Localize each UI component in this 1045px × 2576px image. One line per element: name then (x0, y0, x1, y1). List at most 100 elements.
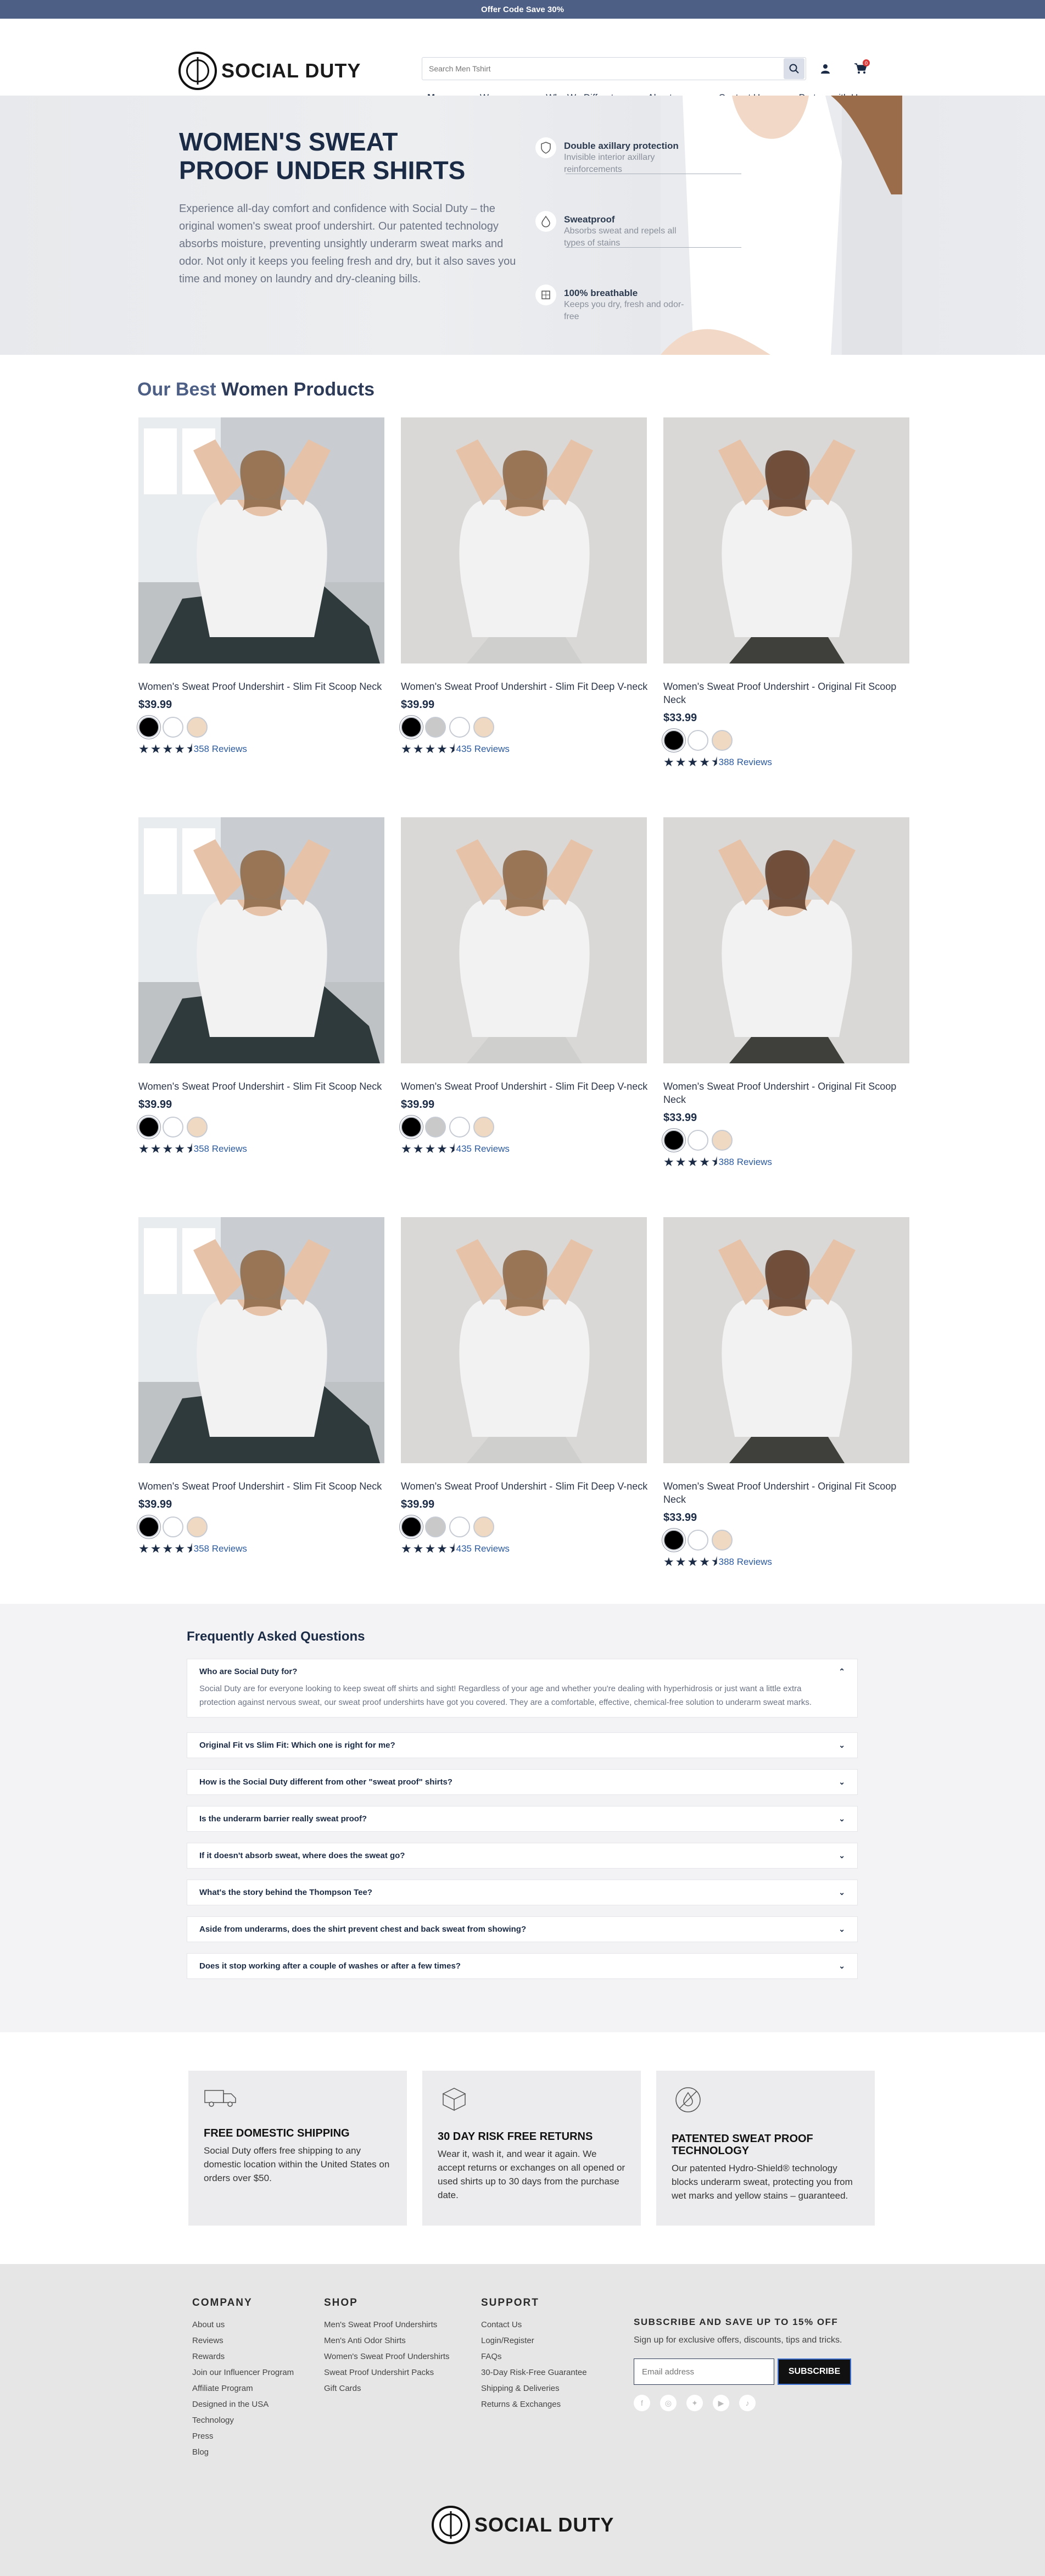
youtube-icon[interactable]: ▶ (713, 2395, 729, 2411)
review-count[interactable]: 435 Reviews (456, 1144, 510, 1155)
account-icon[interactable] (817, 60, 834, 77)
product-rating[interactable]: ★ ★ ★ ★ ⯨ 358 Reviews (138, 1143, 384, 1155)
faq-question[interactable]: Is the underarm barrier really sweat pro… (199, 1814, 367, 1824)
faq-item[interactable]: Original Fit vs Slim Fit: Which one is r… (187, 1732, 858, 1758)
product-name[interactable]: Women's Sweat Proof Undershirt - Slim Fi… (138, 680, 391, 693)
product-card[interactable]: Women's Sweat Proof Undershirt - Origina… (663, 417, 909, 817)
chevron-down-icon[interactable]: ⌄ (839, 1741, 845, 1750)
email-field[interactable] (634, 2358, 774, 2385)
product-rating[interactable]: ★ ★ ★ ★ ⯨ 435 Reviews (401, 1143, 647, 1155)
product-image[interactable] (663, 417, 909, 663)
product-rating[interactable]: ★ ★ ★ ★ ⯨ 388 Reviews (663, 756, 909, 768)
product-name[interactable]: Women's Sweat Proof Undershirt - Origina… (663, 1080, 916, 1106)
product-rating[interactable]: ★ ★ ★ ★ ⯨ 435 Reviews (401, 1543, 647, 1555)
footer-link[interactable]: Reviews (192, 2333, 294, 2349)
product-rating[interactable]: ★ ★ ★ ★ ⯨ 388 Reviews (663, 1156, 909, 1168)
tiktok-icon[interactable]: ♪ (739, 2395, 756, 2411)
product-image[interactable] (138, 817, 384, 1063)
review-count[interactable]: 435 Reviews (456, 1543, 510, 1554)
product-image[interactable] (663, 1217, 909, 1463)
faq-question[interactable]: How is the Social Duty different from ot… (199, 1777, 452, 1787)
review-count[interactable]: 358 Reviews (194, 1144, 247, 1155)
color-swatch[interactable] (163, 1117, 183, 1138)
color-swatch[interactable] (187, 1117, 208, 1138)
chevron-up-icon[interactable]: ⌃ (839, 1667, 845, 1676)
search-button[interactable] (784, 58, 804, 79)
product-image[interactable] (401, 1217, 647, 1463)
faq-item[interactable]: If it doesn't absorb sweat, where does t… (187, 1843, 858, 1869)
color-swatch[interactable] (401, 1117, 422, 1138)
product-card[interactable]: Women's Sweat Proof Undershirt - Slim Fi… (138, 817, 384, 1217)
color-swatch[interactable] (163, 1516, 183, 1537)
faq-question[interactable]: If it doesn't absorb sweat, where does t… (199, 1851, 405, 1860)
color-swatch[interactable] (401, 717, 422, 738)
color-swatch[interactable] (663, 730, 684, 751)
product-rating[interactable]: ★ ★ ★ ★ ⯨ 358 Reviews (138, 743, 384, 755)
color-swatch[interactable] (138, 717, 159, 738)
faq-question[interactable]: What's the story behind the Thompson Tee… (199, 1888, 372, 1897)
faq-item[interactable]: Does it stop working after a couple of w… (187, 1953, 858, 1979)
product-name[interactable]: Women's Sweat Proof Undershirt - Slim Fi… (138, 1480, 391, 1493)
footer-link[interactable]: Technology (192, 2412, 294, 2428)
footer-link[interactable]: Sweat Proof Undershirt Packs (324, 2365, 450, 2380)
footer-link[interactable]: About us (192, 2317, 294, 2333)
footer-link[interactable]: Gift Cards (324, 2380, 450, 2396)
color-swatch[interactable] (473, 1117, 494, 1138)
color-swatch[interactable] (425, 1117, 446, 1138)
chevron-down-icon[interactable]: ⌄ (839, 1777, 845, 1787)
faq-question[interactable]: Original Fit vs Slim Fit: Which one is r… (199, 1741, 395, 1750)
product-card[interactable]: Women's Sweat Proof Undershirt - Slim Fi… (138, 417, 384, 817)
chevron-down-icon[interactable]: ⌄ (839, 1961, 845, 1971)
review-count[interactable]: 388 Reviews (719, 757, 772, 768)
footer-link[interactable]: Returns & Exchanges (481, 2396, 587, 2412)
product-image[interactable] (663, 817, 909, 1063)
faq-item[interactable]: What's the story behind the Thompson Tee… (187, 1880, 858, 1905)
footer-link[interactable]: Join our Influencer Program (192, 2365, 294, 2380)
footer-link[interactable]: Contact Us (481, 2317, 587, 2333)
footer-link[interactable]: Affiliate Program (192, 2380, 294, 2396)
color-swatch[interactable] (663, 1130, 684, 1151)
footer-link[interactable]: FAQs (481, 2349, 587, 2365)
color-swatch[interactable] (688, 730, 708, 751)
product-name[interactable]: Women's Sweat Proof Undershirt - Origina… (663, 1480, 916, 1506)
product-image[interactable] (138, 417, 384, 663)
product-image[interactable] (401, 817, 647, 1063)
chevron-down-icon[interactable]: ⌄ (839, 1814, 845, 1824)
color-swatch[interactable] (187, 1516, 208, 1537)
footer-link[interactable]: Press (192, 2428, 294, 2444)
faq-question[interactable]: Does it stop working after a couple of w… (199, 1961, 461, 1971)
product-rating[interactable]: ★ ★ ★ ★ ⯨ 388 Reviews (663, 1556, 909, 1568)
footer-link[interactable]: Designed in the USA (192, 2396, 294, 2412)
footer-link[interactable]: 30-Day Risk-Free Guarantee (481, 2365, 587, 2380)
color-swatch[interactable] (449, 1516, 470, 1537)
twitter-icon[interactable]: ✦ (686, 2395, 703, 2411)
faq-item[interactable]: Aside from underarms, does the shirt pre… (187, 1916, 858, 1942)
color-swatch[interactable] (473, 1516, 494, 1537)
footer-link[interactable]: Login/Register (481, 2333, 587, 2349)
product-rating[interactable]: ★ ★ ★ ★ ⯨ 358 Reviews (138, 1543, 384, 1555)
color-swatch[interactable] (663, 1530, 684, 1551)
product-card[interactable]: Women's Sweat Proof Undershirt - Origina… (663, 817, 909, 1217)
review-count[interactable]: 358 Reviews (194, 1543, 247, 1554)
faq-item[interactable]: Is the underarm barrier really sweat pro… (187, 1806, 858, 1832)
footer-link[interactable]: Men's Anti Odor Shirts (324, 2333, 450, 2349)
faq-item[interactable]: Who are Social Duty for? ⌃ Social Duty are… (187, 1659, 858, 1718)
color-swatch[interactable] (425, 717, 446, 738)
review-count[interactable]: 435 Reviews (456, 744, 510, 755)
color-swatch[interactable] (401, 1516, 422, 1537)
instagram-icon[interactable]: ◎ (660, 2395, 677, 2411)
product-name[interactable]: Women's Sweat Proof Undershirt - Slim Fi… (401, 680, 653, 693)
footer-logo[interactable]: SOCIAL DUTY (432, 2506, 614, 2544)
subscribe-button[interactable]: SUBSCRIBE (778, 2358, 851, 2385)
search-input[interactable] (422, 58, 784, 80)
facebook-icon[interactable]: f (634, 2395, 650, 2411)
cart-icon[interactable]: 0 (852, 59, 870, 77)
product-rating[interactable]: ★ ★ ★ ★ ⯨ 435 Reviews (401, 743, 647, 755)
color-swatch[interactable] (138, 1516, 159, 1537)
product-name[interactable]: Women's Sweat Proof Undershirt - Origina… (663, 680, 916, 706)
review-count[interactable]: 388 Reviews (719, 1557, 772, 1568)
color-swatch[interactable] (138, 1117, 159, 1138)
color-swatch[interactable] (688, 1530, 708, 1551)
product-card[interactable]: Women's Sweat Proof Undershirt - Slim Fi… (138, 1217, 384, 1617)
review-count[interactable]: 388 Reviews (719, 1157, 772, 1168)
